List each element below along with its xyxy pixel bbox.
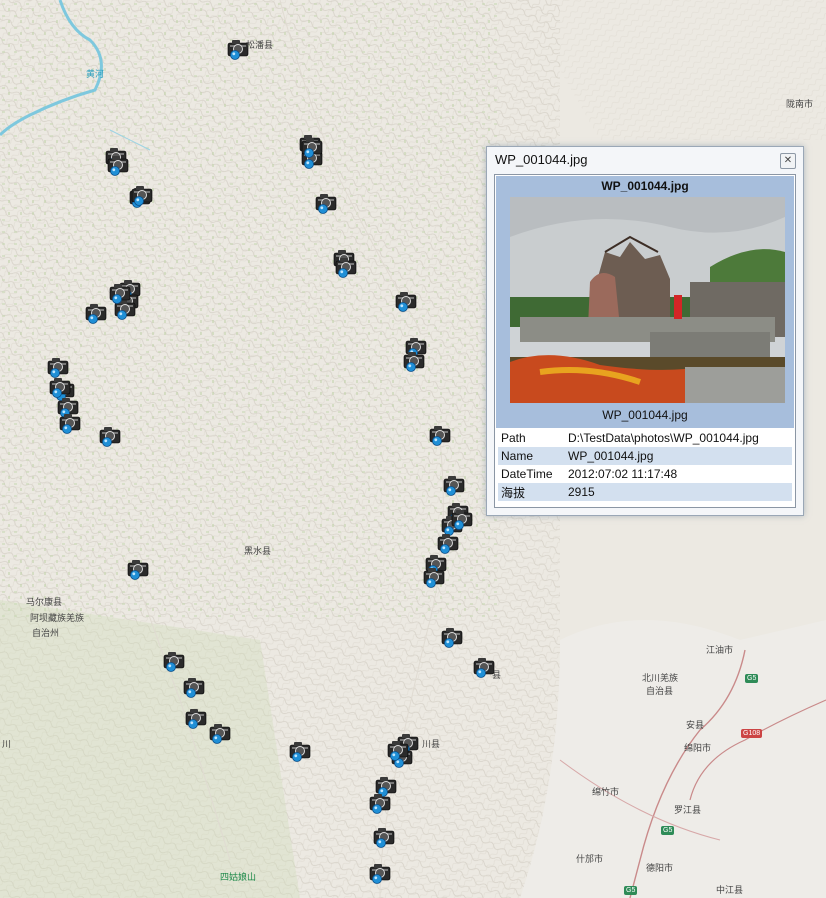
shield-g5-south: G5 (661, 826, 675, 835)
attribute-value: D:\TestData\photos\WP_001044.jpg (568, 431, 759, 445)
attribute-value: WP_001044.jpg (565, 447, 792, 465)
label-aba2: 自治州 (32, 628, 60, 638)
label-heihe: 黄河 (86, 69, 105, 79)
label-beichuan2: 自治县 (646, 686, 674, 696)
attribute-key: Path (501, 431, 526, 445)
label-beichuan1: 北川羌族 (642, 673, 679, 683)
attribute-key: 海拔 (498, 483, 565, 501)
label-deyang: 德阳市 (646, 863, 674, 873)
attribute-row: 海拔 2915 (498, 483, 792, 501)
label-maerkang: 马尔康县 (26, 597, 63, 607)
popup-title: WP_001044.jpg (495, 152, 588, 167)
label-mianyang: 绵阳市 (684, 743, 712, 753)
image-panel: WP_001044.jpg WP_001044.jpg (496, 176, 794, 428)
shield-g5-north: G5 (745, 674, 759, 683)
attribute-row: Name WP_001044.jpg (498, 447, 792, 465)
label-shifang: 什邡市 (576, 854, 604, 864)
image-caption: WP_001044.jpg (602, 408, 688, 422)
photo-thumbnail[interactable] (510, 197, 785, 403)
label-siguniang: 四姑娘山 (220, 872, 257, 882)
photo-image (510, 197, 785, 403)
attribute-row: Path D:\TestData\photos\WP_001044.jpg (498, 429, 792, 447)
attribute-value: 2012:07:02 11:17:48 (568, 467, 678, 481)
image-header: WP_001044.jpg (601, 179, 689, 193)
attribute-key: Name (498, 447, 565, 465)
label-jiangyou: 江油市 (706, 645, 734, 655)
label-mianzhu: 绵竹市 (592, 787, 620, 797)
label-luojiang: 罗江县 (674, 805, 702, 815)
label-anxian: 安县 (686, 720, 705, 730)
photo-popup[interactable]: WP_001044.jpg ✕ WP_001044.jpg WP_001044.… (486, 146, 804, 516)
label-mao: 县 (492, 670, 502, 680)
shield-g5-bottom: G5 (624, 886, 638, 895)
label-longnan: 陇南市 (786, 99, 814, 109)
attribute-key: DateTime (501, 467, 553, 481)
attribute-row: DateTime 2012:07:02 11:17:48 (498, 465, 792, 483)
label-li: 川 (2, 739, 12, 749)
label-wenchuan: 川县 (422, 739, 441, 749)
popup-content: WP_001044.jpg WP_001044.jpg Path D:\Test… (494, 174, 796, 508)
close-icon[interactable]: ✕ (780, 153, 796, 169)
attribute-table: Path D:\TestData\photos\WP_001044.jpg Name… (498, 429, 792, 501)
label-aba1: 阿坝藏族羌族 (30, 613, 85, 623)
label-heishui: 黑水县 (244, 546, 272, 556)
attribute-value: 2915 (565, 483, 792, 501)
label-zhongjiang: 中江县 (716, 885, 744, 895)
shield-g108: G108 (741, 729, 763, 738)
label-xiaojin: 松潘县 (246, 40, 274, 50)
